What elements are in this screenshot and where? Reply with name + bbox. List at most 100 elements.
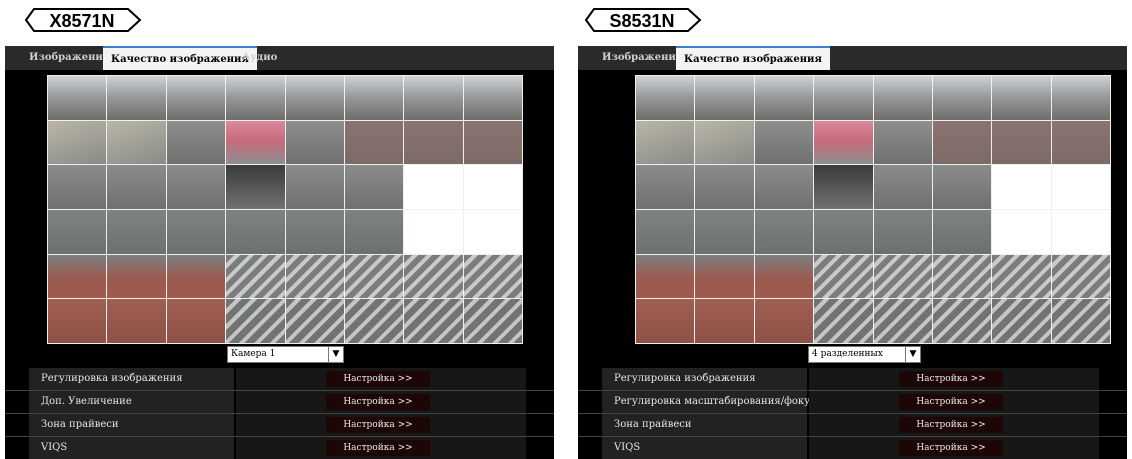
chevron-down-icon[interactable]: ▼ xyxy=(905,347,920,362)
camera-area-tile[interactable] xyxy=(225,164,286,210)
camera-select[interactable]: Камера 1 ▼ xyxy=(227,346,344,363)
camera-area-tile[interactable] xyxy=(931,75,993,121)
camera-area-tile[interactable] xyxy=(872,75,933,121)
camera-area-tile[interactable] xyxy=(635,75,696,121)
setup-button[interactable]: Настройка >> xyxy=(326,440,430,456)
camera-area-tile[interactable] xyxy=(165,119,227,166)
camera-area-tile[interactable] xyxy=(991,75,1052,121)
camera-area-tile[interactable] xyxy=(813,209,874,255)
camera-area-tile[interactable] xyxy=(931,209,993,255)
camera-area-tile[interactable] xyxy=(284,209,345,255)
camera-area-tile[interactable] xyxy=(1050,298,1111,344)
camera-area-tile[interactable] xyxy=(991,164,1052,210)
setup-button[interactable]: Настройка >> xyxy=(899,394,1003,410)
camera-area-tile[interactable] xyxy=(106,209,167,255)
camera-area-tile[interactable] xyxy=(165,209,227,255)
camera-area-tile[interactable] xyxy=(1050,119,1111,166)
camera-area-tile[interactable] xyxy=(47,298,108,344)
camera-area-tile[interactable] xyxy=(343,119,405,166)
camera-area-tile[interactable] xyxy=(753,253,815,300)
camera-area-tile[interactable] xyxy=(991,119,1052,166)
camera-area-tile[interactable] xyxy=(462,164,523,210)
camera-area-tile[interactable] xyxy=(47,209,108,255)
camera-area-tile[interactable] xyxy=(813,298,874,344)
camera-area-tile[interactable] xyxy=(403,164,464,210)
camera-area-tile[interactable] xyxy=(872,253,933,300)
camera-area-tile[interactable] xyxy=(47,119,108,166)
camera-area-tile[interactable] xyxy=(635,253,696,300)
camera-area-tile[interactable] xyxy=(106,75,167,121)
camera-area-tile[interactable] xyxy=(106,119,167,166)
camera-area-tile[interactable] xyxy=(106,164,167,210)
camera-area-tile[interactable] xyxy=(284,75,345,121)
camera-area-tile[interactable] xyxy=(694,75,755,121)
camera-area-tile[interactable] xyxy=(931,298,993,344)
camera-area-tile[interactable] xyxy=(635,209,696,255)
camera-area-tile[interactable] xyxy=(284,298,345,344)
camera-area-tile[interactable] xyxy=(462,253,523,300)
camera-area-tile[interactable] xyxy=(872,119,933,166)
camera-area-tile[interactable] xyxy=(931,119,993,166)
setup-button[interactable]: Настройка >> xyxy=(899,417,1003,433)
camera-area-tile[interactable] xyxy=(403,298,464,344)
camera-area-tile[interactable] xyxy=(165,253,227,300)
setup-button[interactable]: Настройка >> xyxy=(326,394,430,410)
camera-area-tile[interactable] xyxy=(753,119,815,166)
camera-area-tile[interactable] xyxy=(635,119,696,166)
camera-area-tile[interactable] xyxy=(931,253,993,300)
camera-area-tile[interactable] xyxy=(931,164,993,210)
camera-area-tile[interactable] xyxy=(225,298,286,344)
camera-area-tile[interactable] xyxy=(991,209,1052,255)
camera-area-tile[interactable] xyxy=(462,209,523,255)
camera-area-tile[interactable] xyxy=(694,298,755,344)
setup-button[interactable]: Настройка >> xyxy=(326,417,430,433)
tab-image-quality[interactable]: Качество изображения xyxy=(676,46,830,70)
camera-area-tile[interactable] xyxy=(753,164,815,210)
camera-area-tile[interactable] xyxy=(47,164,108,210)
camera-area-tile[interactable] xyxy=(106,298,167,344)
camera-area-tile[interactable] xyxy=(694,209,755,255)
camera-area-tile[interactable] xyxy=(284,119,345,166)
chevron-down-icon[interactable]: ▼ xyxy=(328,347,343,362)
camera-area-tile[interactable] xyxy=(225,119,286,166)
camera-area-tile[interactable] xyxy=(635,298,696,344)
camera-area-tile[interactable] xyxy=(753,209,815,255)
camera-area-tile[interactable] xyxy=(813,164,874,210)
camera-area-tile[interactable] xyxy=(991,253,1052,300)
camera-area-tile[interactable] xyxy=(753,298,815,344)
camera-area-tile[interactable] xyxy=(635,164,696,210)
camera-area-tile[interactable] xyxy=(403,253,464,300)
camera-area-tile[interactable] xyxy=(165,75,227,121)
camera-area-tile[interactable] xyxy=(284,253,345,300)
camera-area-tile[interactable] xyxy=(694,253,755,300)
camera-area-tile[interactable] xyxy=(872,164,933,210)
camera-area-tile[interactable] xyxy=(225,209,286,255)
camera-area-tile[interactable] xyxy=(1050,75,1111,121)
setup-button[interactable]: Настройка >> xyxy=(326,371,430,387)
camera-area-tile[interactable] xyxy=(106,253,167,300)
camera-area-tile[interactable] xyxy=(343,253,405,300)
camera-area-tile[interactable] xyxy=(462,298,523,344)
camera-area-tile[interactable] xyxy=(872,298,933,344)
camera-area-tile[interactable] xyxy=(1050,164,1111,210)
camera-area-tile[interactable] xyxy=(813,253,874,300)
camera-area-tile[interactable] xyxy=(284,164,345,210)
camera-area-tile[interactable] xyxy=(1050,209,1111,255)
camera-area-tile[interactable] xyxy=(872,209,933,255)
camera-area-tile[interactable] xyxy=(753,75,815,121)
camera-area-tile[interactable] xyxy=(462,119,523,166)
camera-area-tile[interactable] xyxy=(403,209,464,255)
camera-area-tile[interactable] xyxy=(694,119,755,166)
camera-area-tile[interactable] xyxy=(462,75,523,121)
camera-area-tile[interactable] xyxy=(403,75,464,121)
camera-area-tile[interactable] xyxy=(343,164,405,210)
camera-area-tile[interactable] xyxy=(343,75,405,121)
camera-area-tile[interactable] xyxy=(165,298,227,344)
tab-audio[interactable]: Аудио xyxy=(234,46,285,70)
camera-area-tile[interactable] xyxy=(403,119,464,166)
camera-area-tile[interactable] xyxy=(1050,253,1111,300)
setup-button[interactable]: Настройка >> xyxy=(899,440,1003,456)
camera-area-tile[interactable] xyxy=(694,164,755,210)
camera-area-tile[interactable] xyxy=(225,253,286,300)
camera-area-tile[interactable] xyxy=(343,209,405,255)
